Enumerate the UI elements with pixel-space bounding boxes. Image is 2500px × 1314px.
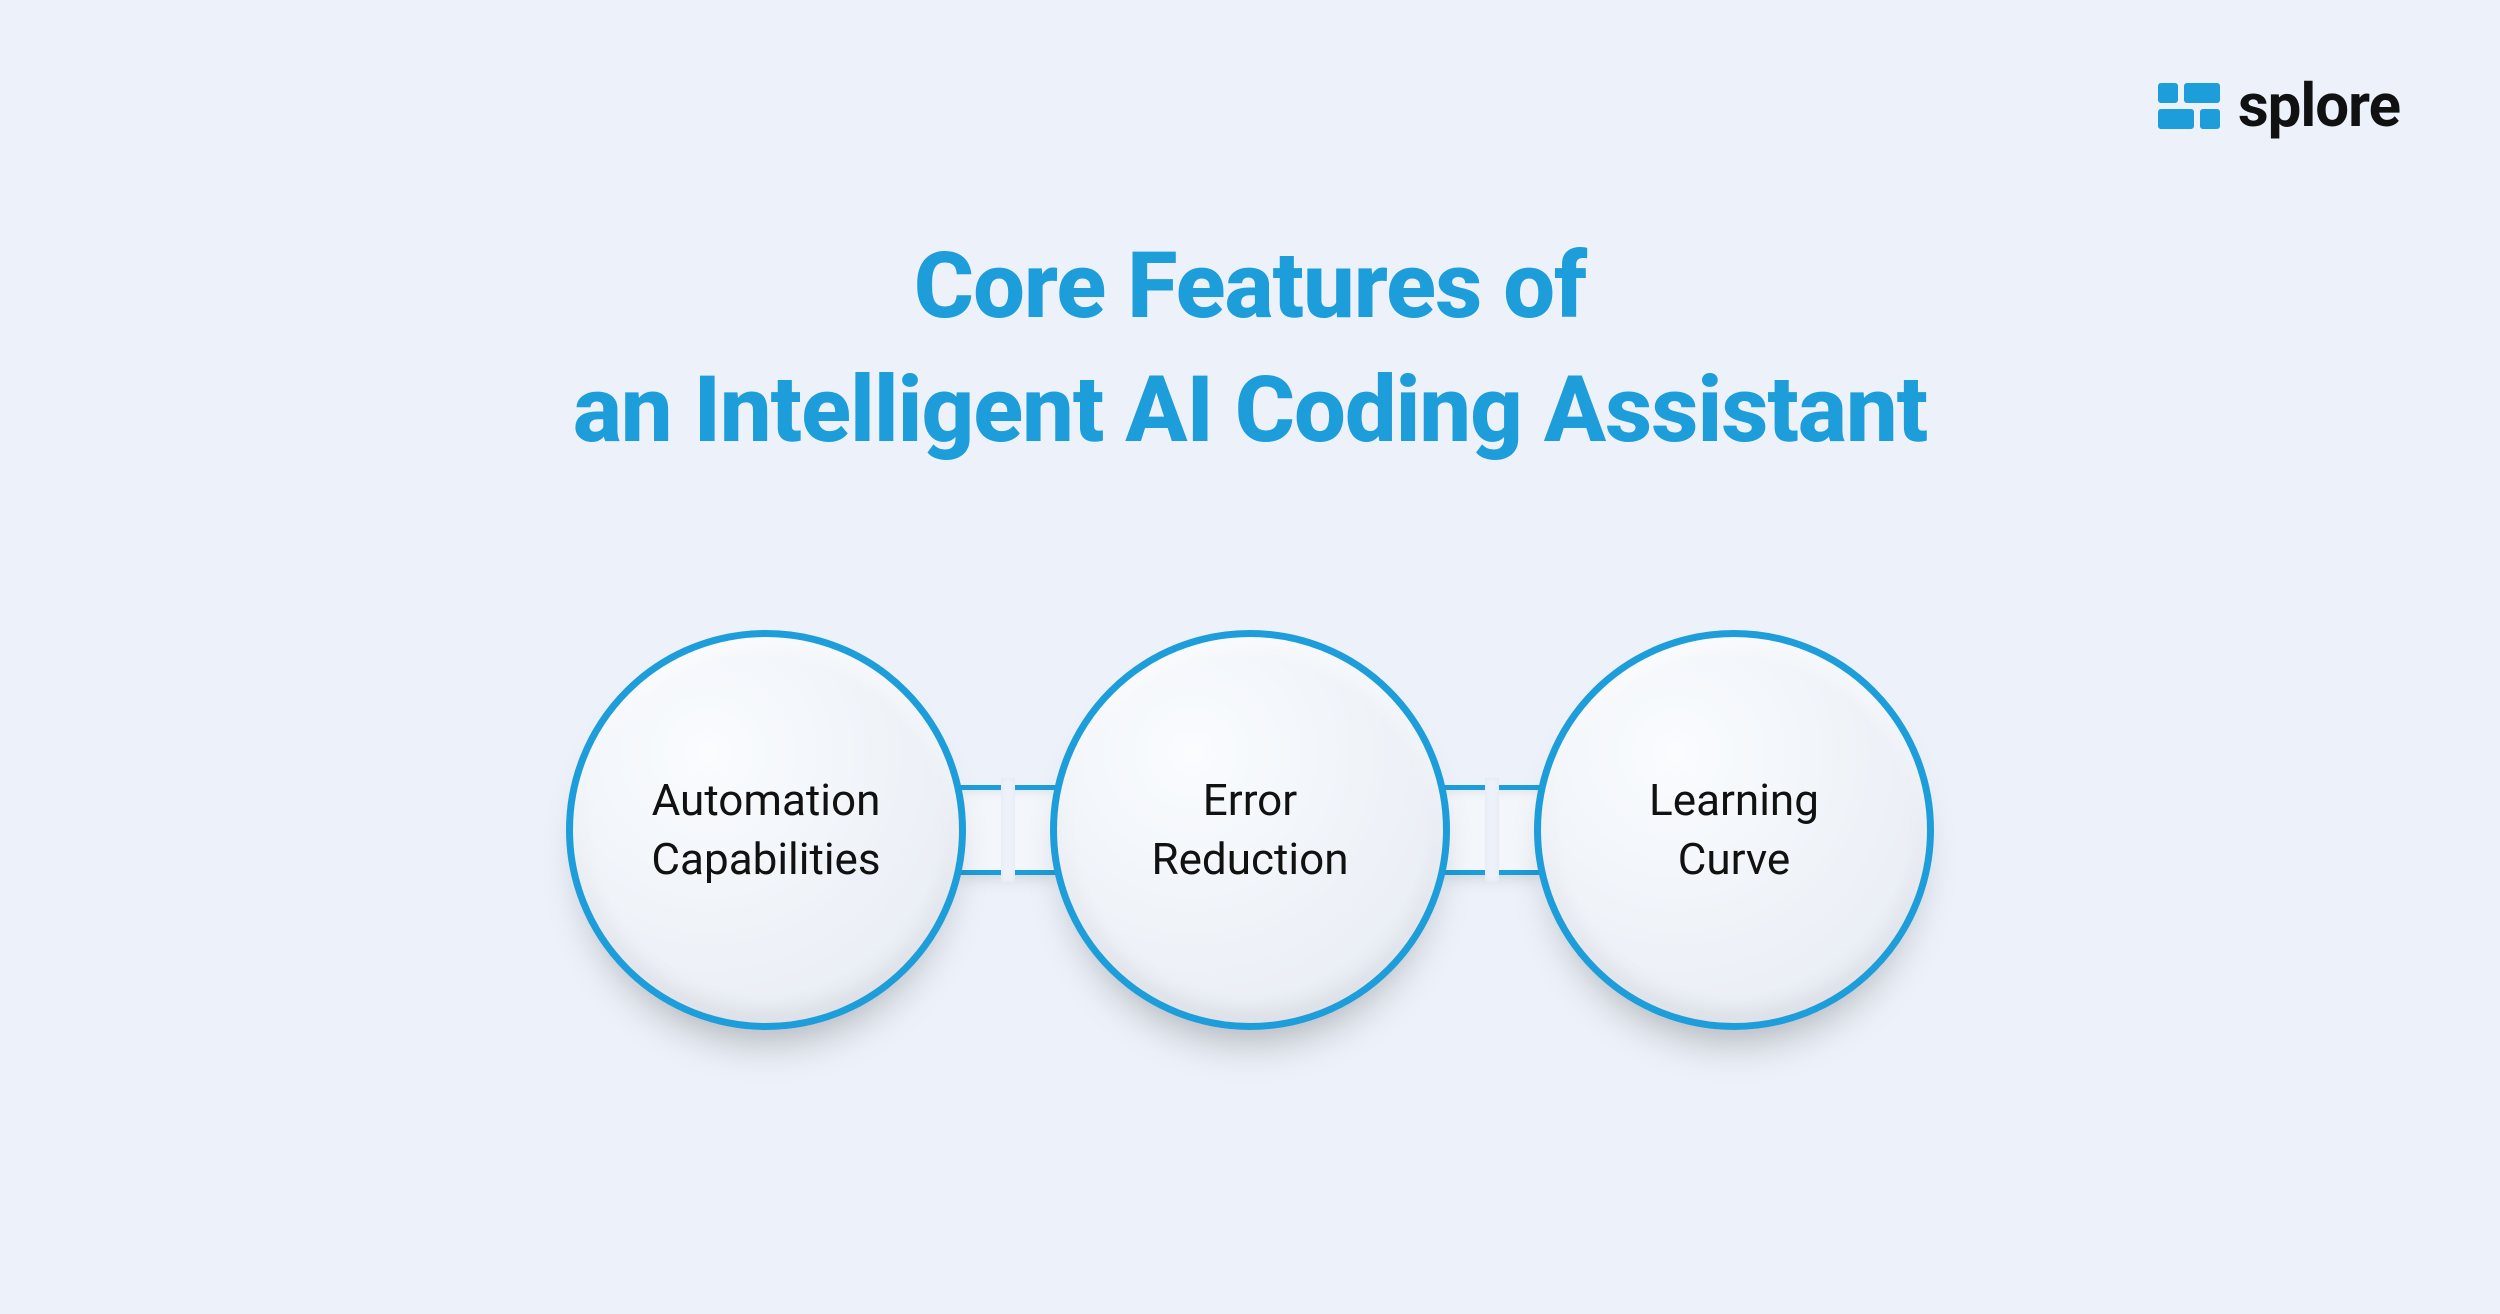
feature-label: AutomationCapabilities [651,771,880,890]
brand-name: splore [2238,70,2400,141]
brand-logo-icon [2158,83,2220,129]
feature-diagram: AutomationCapabilities ErrorReduction Le… [566,630,1934,1030]
feature-label: LearningCurve [1649,771,1819,890]
feature-node: LearningCurve [1534,630,1934,1030]
page-title: Core Features of an Intelligent AI Codin… [0,225,2500,473]
feature-label: ErrorReduction [1151,771,1348,890]
brand-logo: splore [2158,70,2400,141]
feature-node: ErrorReduction [1050,630,1450,1030]
title-line-2: an Intelligent AI Coding Assistant [0,349,2500,473]
title-line-1: Core Features of [0,225,2500,349]
feature-node: AutomationCapabilities [566,630,966,1030]
